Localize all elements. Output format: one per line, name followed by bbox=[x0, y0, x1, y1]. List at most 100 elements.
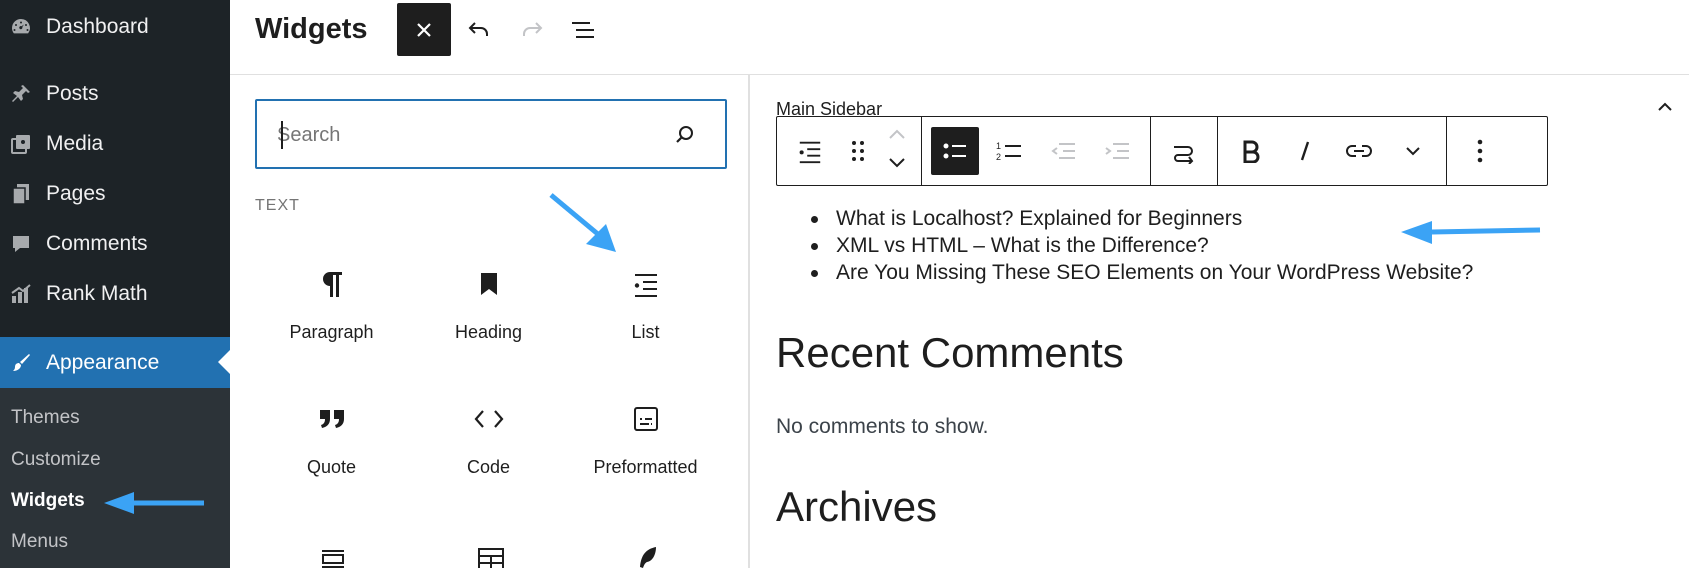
widget-area-editor: Main Sidebar 12 What is Localhost? Expla… bbox=[752, 75, 1689, 568]
block-toolbar: 12 bbox=[776, 116, 1548, 186]
menu-label: Rank Math bbox=[46, 282, 148, 305]
menu-item-media[interactable]: Media bbox=[0, 119, 230, 169]
bullet-list-icon bbox=[943, 143, 966, 159]
list-item[interactable]: Are You Missing These SEO Elements on Yo… bbox=[806, 259, 1473, 286]
link-button[interactable] bbox=[1335, 127, 1383, 175]
toolbar-group-options bbox=[1447, 117, 1513, 185]
more-vertical-icon bbox=[1477, 139, 1483, 163]
chevron-down-icon[interactable] bbox=[887, 156, 907, 175]
outdent-icon bbox=[1051, 143, 1075, 159]
block-search-input[interactable] bbox=[277, 119, 657, 151]
menu-item-posts[interactable]: Posts bbox=[0, 69, 230, 119]
block-type-button[interactable] bbox=[786, 127, 834, 175]
code-icon bbox=[473, 399, 505, 439]
toolbar-group-transform bbox=[1151, 117, 1218, 185]
submenu-item-customize[interactable]: Customize bbox=[11, 449, 101, 471]
block-search-box bbox=[255, 99, 727, 169]
toolbar-group-format bbox=[1218, 117, 1447, 185]
pullquote-icon[interactable] bbox=[320, 547, 346, 568]
svg-text:1: 1 bbox=[996, 141, 1001, 151]
transform-button[interactable] bbox=[1160, 127, 1208, 175]
bold-button[interactable] bbox=[1227, 127, 1275, 175]
outdent-button[interactable] bbox=[1039, 127, 1087, 175]
chevron-up-icon[interactable] bbox=[887, 127, 907, 146]
svg-text:2: 2 bbox=[996, 152, 1001, 162]
appearance-submenu: Themes Customize Widgets Menus bbox=[0, 388, 230, 568]
list-icon bbox=[632, 264, 660, 304]
block-options-button[interactable] bbox=[1456, 127, 1504, 175]
undo-button[interactable] bbox=[452, 3, 506, 56]
list-view-icon bbox=[572, 21, 594, 38]
block-label: Preformatted bbox=[593, 457, 698, 477]
menu-item-comments[interactable]: Comments bbox=[0, 219, 230, 269]
ordered-list-button[interactable]: 12 bbox=[985, 127, 1033, 175]
submenu-item-widgets[interactable]: Widgets bbox=[11, 490, 85, 512]
block-paragraph[interactable]: Paragraph bbox=[253, 248, 410, 358]
close-inserter-button[interactable] bbox=[397, 3, 451, 56]
quote-icon bbox=[318, 399, 346, 439]
close-icon bbox=[417, 22, 431, 37]
menu-item-dashboard[interactable]: Dashboard bbox=[0, 2, 230, 52]
menu-label: Pages bbox=[46, 182, 106, 205]
list-item[interactable]: What is Localhost? Explained for Beginne… bbox=[806, 205, 1473, 232]
media-icon bbox=[8, 131, 34, 157]
menu-label: Posts bbox=[46, 82, 99, 105]
no-comments-text[interactable]: No comments to show. bbox=[776, 415, 988, 439]
toolbar-group-list: 12 bbox=[922, 117, 1151, 185]
link-icon bbox=[1346, 145, 1372, 157]
block-preformatted[interactable]: Preformatted bbox=[567, 383, 724, 493]
block-heading[interactable]: Heading bbox=[410, 248, 567, 358]
table-icon[interactable] bbox=[477, 547, 505, 568]
admin-sidebar: Dashboard Posts Media Pages Comments Ran… bbox=[0, 0, 230, 568]
comment-icon bbox=[8, 231, 34, 257]
redo-icon bbox=[523, 21, 543, 36]
loop-arrow-icon bbox=[1174, 146, 1194, 164]
menu-label: Media bbox=[46, 132, 104, 155]
undo-icon bbox=[468, 21, 488, 36]
block-label: Paragraph bbox=[289, 322, 374, 342]
menu-item-appearance[interactable]: Appearance bbox=[0, 337, 230, 388]
numbered-list-icon: 12 bbox=[996, 141, 1021, 162]
block-movers bbox=[879, 123, 915, 179]
block-quote[interactable]: Quote bbox=[253, 383, 410, 493]
toolbar-group-block bbox=[777, 117, 922, 185]
paintbrush-icon bbox=[8, 350, 34, 376]
menu-item-pages[interactable]: Pages bbox=[0, 169, 230, 219]
bookmark-icon bbox=[478, 264, 500, 304]
indent-button[interactable] bbox=[1093, 127, 1141, 175]
bold-icon bbox=[1243, 140, 1260, 163]
chevron-down-icon bbox=[1406, 147, 1420, 156]
menu-item-rank-math[interactable]: Rank Math bbox=[0, 269, 230, 319]
block-list[interactable]: List bbox=[567, 248, 724, 358]
recent-posts-list: What is Localhost? Explained for Beginne… bbox=[806, 205, 1473, 286]
list-item[interactable]: XML vs HTML – What is the Difference? bbox=[806, 232, 1473, 259]
rank-math-icon bbox=[8, 281, 34, 307]
block-code[interactable]: Code bbox=[410, 383, 567, 493]
redo-button[interactable] bbox=[505, 3, 559, 56]
category-label: TEXT bbox=[255, 197, 300, 214]
chevron-up-icon[interactable] bbox=[1655, 97, 1675, 122]
menu-label: Dashboard bbox=[46, 15, 149, 38]
block-inserter-panel: TEXT Paragraph Heading List Quote Code bbox=[230, 75, 750, 568]
menu-label: Appearance bbox=[46, 350, 160, 374]
submenu-item-menus[interactable]: Menus bbox=[11, 531, 68, 553]
menu-label: Comments bbox=[46, 232, 148, 255]
archives-heading[interactable]: Archives bbox=[776, 483, 937, 531]
page-title: Widgets bbox=[255, 13, 368, 45]
search-icon[interactable] bbox=[673, 123, 697, 152]
preformatted-icon bbox=[633, 399, 659, 439]
block-label: Code bbox=[466, 457, 511, 477]
verse-icon[interactable] bbox=[636, 545, 660, 568]
submenu-item-themes[interactable]: Themes bbox=[11, 407, 80, 429]
block-label: Heading bbox=[454, 322, 523, 342]
dashboard-icon bbox=[8, 14, 34, 40]
drag-handle[interactable] bbox=[840, 127, 876, 175]
more-formats-button[interactable] bbox=[1389, 127, 1437, 175]
unordered-list-button[interactable] bbox=[931, 127, 979, 175]
text-caret bbox=[281, 121, 283, 149]
recent-comments-heading[interactable]: Recent Comments bbox=[776, 329, 1124, 377]
editor-header: Widgets bbox=[230, 0, 1689, 75]
italic-button[interactable] bbox=[1281, 127, 1329, 175]
list-view-button[interactable] bbox=[557, 3, 611, 56]
block-label: Quote bbox=[306, 457, 357, 477]
